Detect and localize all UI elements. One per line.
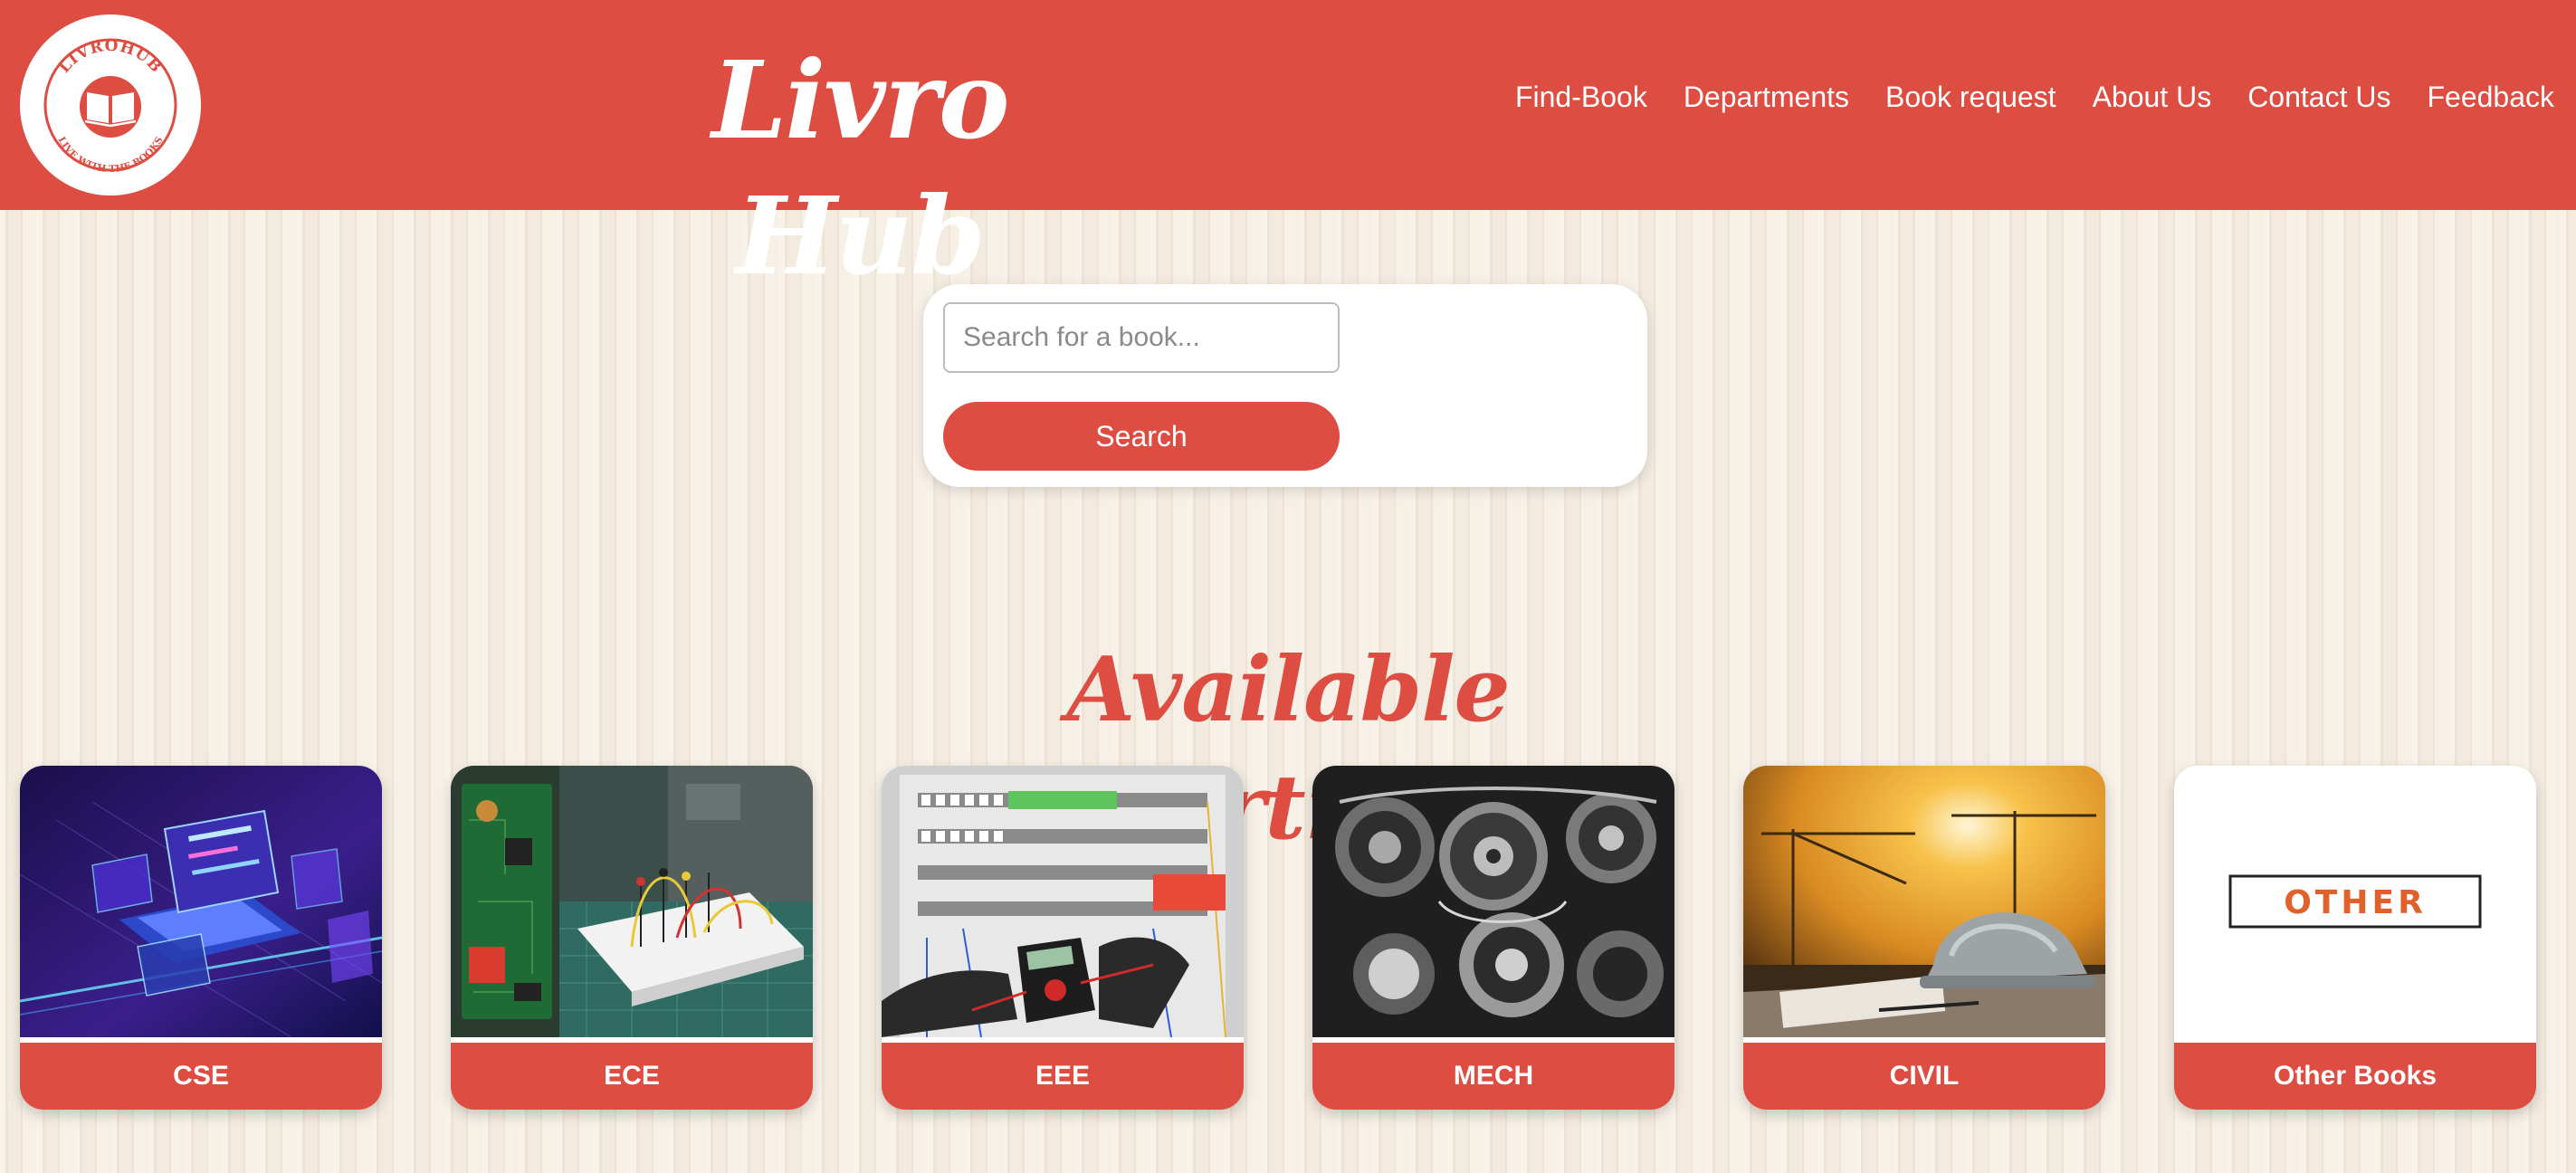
circuit-breadboard-image bbox=[451, 766, 813, 1037]
dept-label-ece: ECE bbox=[451, 1043, 813, 1110]
dept-card-mech[interactable]: MECH bbox=[1312, 766, 1674, 1110]
engine-gears-image bbox=[1312, 766, 1674, 1037]
dept-card-eee[interactable]: EEE bbox=[882, 766, 1244, 1110]
electrical-panel-multimeter-image bbox=[882, 766, 1244, 1037]
dept-card-cse[interactable]: CSE bbox=[20, 766, 382, 1110]
dept-card-ece[interactable]: ECE bbox=[451, 766, 813, 1110]
other-image-text: OTHER bbox=[2284, 884, 2427, 921]
search-button[interactable]: Search bbox=[943, 402, 1340, 471]
nav-about-us[interactable]: About Us bbox=[2093, 74, 2212, 119]
dept-label-eee: EEE bbox=[882, 1043, 1244, 1110]
dept-label-mech: MECH bbox=[1312, 1043, 1674, 1110]
nav-find-book[interactable]: Find-Book bbox=[1515, 74, 1647, 119]
header-bar: LIVROHUB LIVE WITH THE BOOKS Livro Hub F… bbox=[0, 0, 2576, 299]
dept-label-cse: CSE bbox=[20, 1043, 382, 1110]
dept-label-other-books: Other Books bbox=[2174, 1043, 2536, 1110]
nav-book-request[interactable]: Book request bbox=[1885, 74, 2056, 119]
search-input[interactable] bbox=[943, 302, 1340, 373]
dept-label-civil: CIVIL bbox=[1743, 1043, 2105, 1110]
laptop-hologram-image bbox=[20, 766, 382, 1037]
nav-contact-us[interactable]: Contact Us bbox=[2247, 74, 2390, 119]
site-logo[interactable]: LIVROHUB LIVE WITH THE BOOKS bbox=[20, 14, 201, 196]
main-navigation: Find-Book Departments Book request About… bbox=[1479, 74, 2554, 119]
nav-departments[interactable]: Departments bbox=[1684, 74, 1849, 119]
book-icon bbox=[80, 76, 141, 138]
site-title: Livro Hub bbox=[711, 37, 1009, 299]
livrohub-seal-logo: LIVROHUB LIVE WITH THE BOOKS bbox=[24, 18, 197, 192]
other-image: OTHER bbox=[2174, 766, 2536, 1037]
nav-feedback[interactable]: Feedback bbox=[2427, 74, 2554, 119]
search-card: Search bbox=[923, 284, 1647, 487]
construction-cranes-helmet-image bbox=[1743, 766, 2105, 1037]
dept-card-other[interactable]: OTHER Other Books bbox=[2174, 766, 2536, 1110]
dept-card-civil[interactable]: CIVIL bbox=[1743, 766, 2105, 1110]
